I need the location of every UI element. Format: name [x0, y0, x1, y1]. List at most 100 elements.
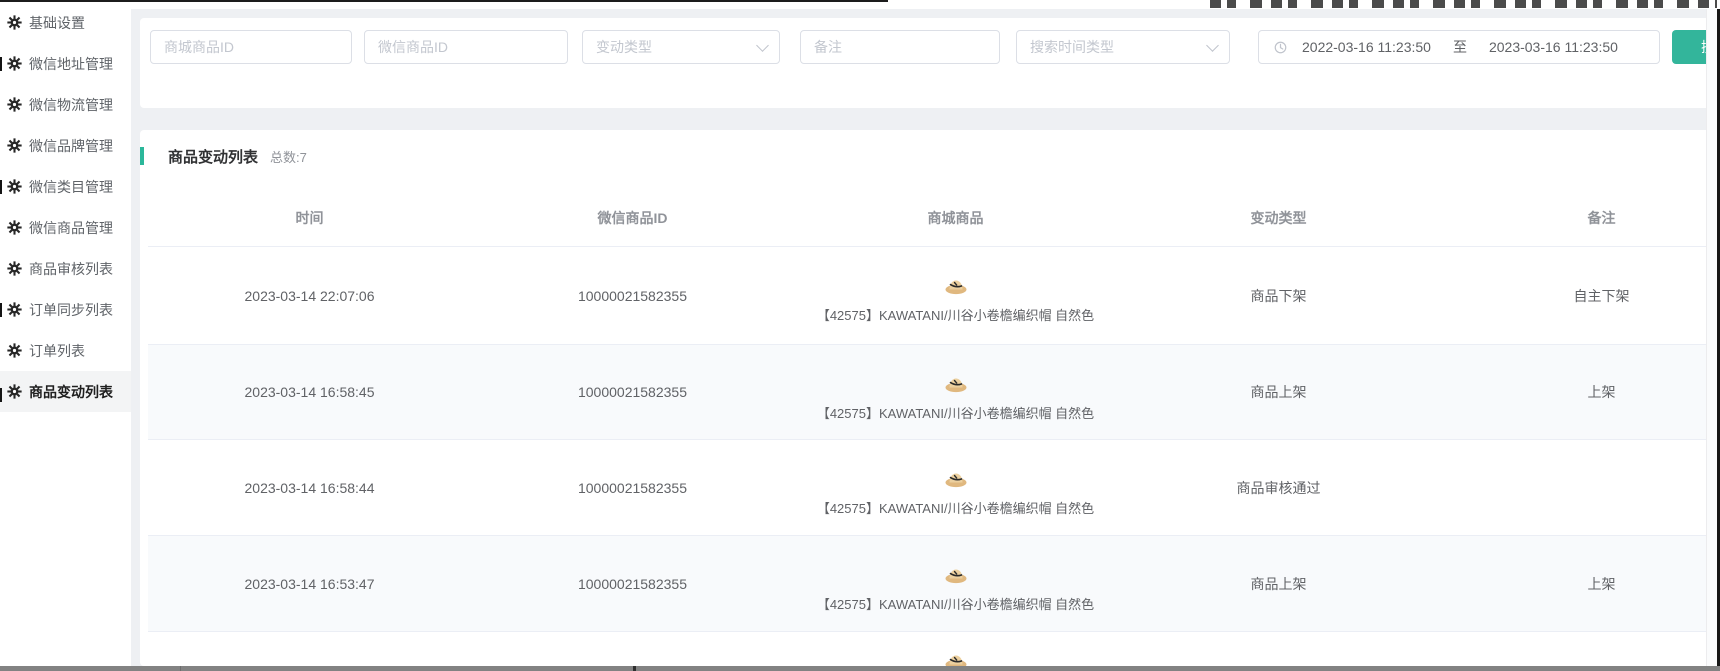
- sidebar-item-8[interactable]: 订单同步列表: [0, 289, 131, 330]
- gear-icon: [7, 302, 22, 317]
- cell-wechat-product-id: 10000021582355: [471, 440, 794, 535]
- sidebar-item-label: 微信类目管理: [29, 177, 113, 197]
- cell-time: 2023-03-14 16:58:44: [148, 440, 471, 535]
- sidebar-item-10[interactable]: 商品变动列表: [0, 371, 131, 412]
- gear-icon: [7, 220, 22, 235]
- straw-hat-image: [943, 368, 969, 394]
- cell-time: [148, 632, 471, 666]
- sidebar-item-4[interactable]: 微信品牌管理: [0, 125, 131, 166]
- cell-wechat-product-id: [471, 632, 794, 666]
- cell-change-type: 商品上架: [1117, 345, 1440, 439]
- gear-icon: [7, 179, 22, 194]
- cell-remark: 上架: [1440, 536, 1720, 631]
- cell-change-type: 商品上架: [1117, 536, 1440, 631]
- straw-hat-image: [943, 270, 969, 296]
- column-header: 备注: [1440, 190, 1720, 246]
- sidebar-item-9[interactable]: 订单列表: [0, 330, 131, 371]
- mall-product-id-input[interactable]: [151, 31, 351, 63]
- sidebar-item-label: 基础设置: [29, 13, 85, 33]
- mall-product-id-field: [150, 30, 352, 64]
- table-row: 2023-03-14 16:53:4710000021582355【42575】…: [148, 536, 1720, 632]
- table-header-row: 时间微信商品ID商城商品变动类型备注: [148, 190, 1720, 247]
- search-time-type-select[interactable]: 搜索时间类型: [1016, 30, 1230, 64]
- gear-icon: [7, 15, 22, 30]
- total-count: 总数:7: [270, 147, 307, 166]
- date-range-separator: 至: [1453, 37, 1467, 57]
- change-type-placeholder: 变动类型: [596, 37, 652, 57]
- cell-wechat-product-id: 10000021582355: [471, 345, 794, 439]
- chevron-down-icon: [756, 39, 769, 52]
- cell-time: 2023-03-14 22:07:06: [148, 247, 471, 344]
- title-accent-bar: [140, 147, 144, 165]
- sidebar-item-label: 商品变动列表: [29, 382, 113, 402]
- product-name: 【42575】KAWATANI/川谷小卷檐编织帽 自然色: [817, 305, 1094, 324]
- straw-hat-image: [943, 559, 969, 585]
- cell-wechat-product-id: 10000021582355: [471, 247, 794, 344]
- product-name: 【42575】KAWATANI/川谷小卷檐编织帽 自然色: [817, 594, 1094, 613]
- sidebar-item-7[interactable]: 商品审核列表: [0, 248, 131, 289]
- gear-icon: [7, 138, 22, 153]
- sidebar-item-label: 订单同步列表: [29, 300, 113, 320]
- window-bottom-edge: [0, 666, 1720, 671]
- sidebar: 基础设置微信地址管理微信物流管理微信品牌管理微信类目管理微信商品管理商品审核列表…: [0, 0, 131, 666]
- bottom-edge-seam: [180, 666, 181, 671]
- table-row: 2023-03-14 22:07:0610000021582355 【42575】…: [148, 247, 1720, 345]
- cell-wechat-product-id: 10000021582355: [471, 536, 794, 631]
- remark-field: [800, 30, 1000, 64]
- date-range-picker[interactable]: 2022-03-16 11:23:50 至 2023-03-16 11:23:5…: [1258, 30, 1660, 64]
- table-row: 2023-03-14 16:58:4410000021582355 【42575】…: [148, 440, 1720, 536]
- cell-mall-product: 【42575】KAWATANI/川谷小卷檐编织帽 自然色: [794, 440, 1117, 535]
- date-range-start: 2022-03-16 11:23:50: [1302, 39, 1431, 55]
- cell-time: 2023-03-14 16:58:45: [148, 345, 471, 439]
- sidebar-item-6[interactable]: 微信商品管理: [0, 207, 131, 248]
- cropped-icon-fragment: [0, 303, 2, 317]
- gear-icon: [7, 261, 22, 276]
- sidebar-item-5[interactable]: 微信类目管理: [0, 166, 131, 207]
- cropped-icon-fragment: [0, 57, 2, 71]
- cell-remark: 上架: [1440, 345, 1720, 439]
- search-time-type-placeholder: 搜索时间类型: [1030, 37, 1114, 57]
- cell-mall-product: [794, 632, 1117, 666]
- wechat-product-id-input[interactable]: [365, 31, 567, 63]
- cell-change-type: 商品审核通过: [1117, 440, 1440, 535]
- table-row: 2023-03-14 16:58:4510000021582355【42575】…: [148, 345, 1720, 440]
- sidebar-item-label: 商品审核列表: [29, 259, 113, 279]
- sidebar-item-label: 微信地址管理: [29, 54, 113, 74]
- cropped-top-text-fragments: [1210, 0, 1717, 8]
- cropped-icon-fragment: [0, 388, 2, 402]
- sidebar-item-label: 微信商品管理: [29, 218, 113, 238]
- sidebar-item-label: 订单列表: [29, 341, 85, 361]
- column-header: 微信商品ID: [471, 190, 794, 246]
- cell-remark: 自主下架: [1440, 247, 1720, 344]
- bottom-edge-notch: [633, 666, 636, 671]
- sidebar-item-2[interactable]: 微信地址管理: [0, 43, 131, 84]
- remark-input[interactable]: [801, 31, 999, 63]
- table-row: [148, 632, 1720, 666]
- straw-hat-image: [943, 645, 969, 666]
- sidebar-menu: 基础设置微信地址管理微信物流管理微信品牌管理微信类目管理微信商品管理商品审核列表…: [0, 2, 131, 412]
- cell-remark: [1440, 440, 1720, 535]
- sidebar-item-label: 微信物流管理: [29, 95, 113, 115]
- cell-mall-product: 【42575】KAWATANI/川谷小卷檐编织帽 自然色: [794, 536, 1117, 631]
- page-title: 商品变动列表: [168, 146, 258, 167]
- cell-mall-product: 【42575】KAWATANI/川谷小卷檐编织帽 自然色: [794, 345, 1117, 439]
- change-type-select[interactable]: 变动类型: [582, 30, 780, 64]
- column-header: 商城商品: [794, 190, 1117, 246]
- gear-icon: [7, 97, 22, 112]
- column-header: 时间: [148, 190, 471, 246]
- sidebar-item-3[interactable]: 微信物流管理: [0, 84, 131, 125]
- wechat-product-id-field: [364, 30, 568, 64]
- clock-icon: [1273, 40, 1288, 55]
- cropped-top-content: [0, 0, 1720, 9]
- cell-change-type: [1117, 632, 1440, 666]
- straw-hat-image: [943, 463, 969, 489]
- table-body: 2023-03-14 22:07:0610000021582355【42575】…: [148, 247, 1720, 666]
- gear-icon: [7, 343, 22, 358]
- panel-header: 商品变动列表 总数:7: [140, 146, 307, 166]
- gear-icon: [7, 56, 22, 71]
- sidebar-item-label: 微信品牌管理: [29, 136, 113, 156]
- date-range-end: 2023-03-16 11:23:50: [1489, 39, 1618, 55]
- column-header: 变动类型: [1117, 190, 1440, 246]
- filter-bar: 变动类型 搜索时间类型 2022-03-16 11:23:50 至 2023-0…: [140, 18, 1720, 108]
- product-name: 【42575】KAWATANI/川谷小卷檐编织帽 自然色: [817, 498, 1094, 517]
